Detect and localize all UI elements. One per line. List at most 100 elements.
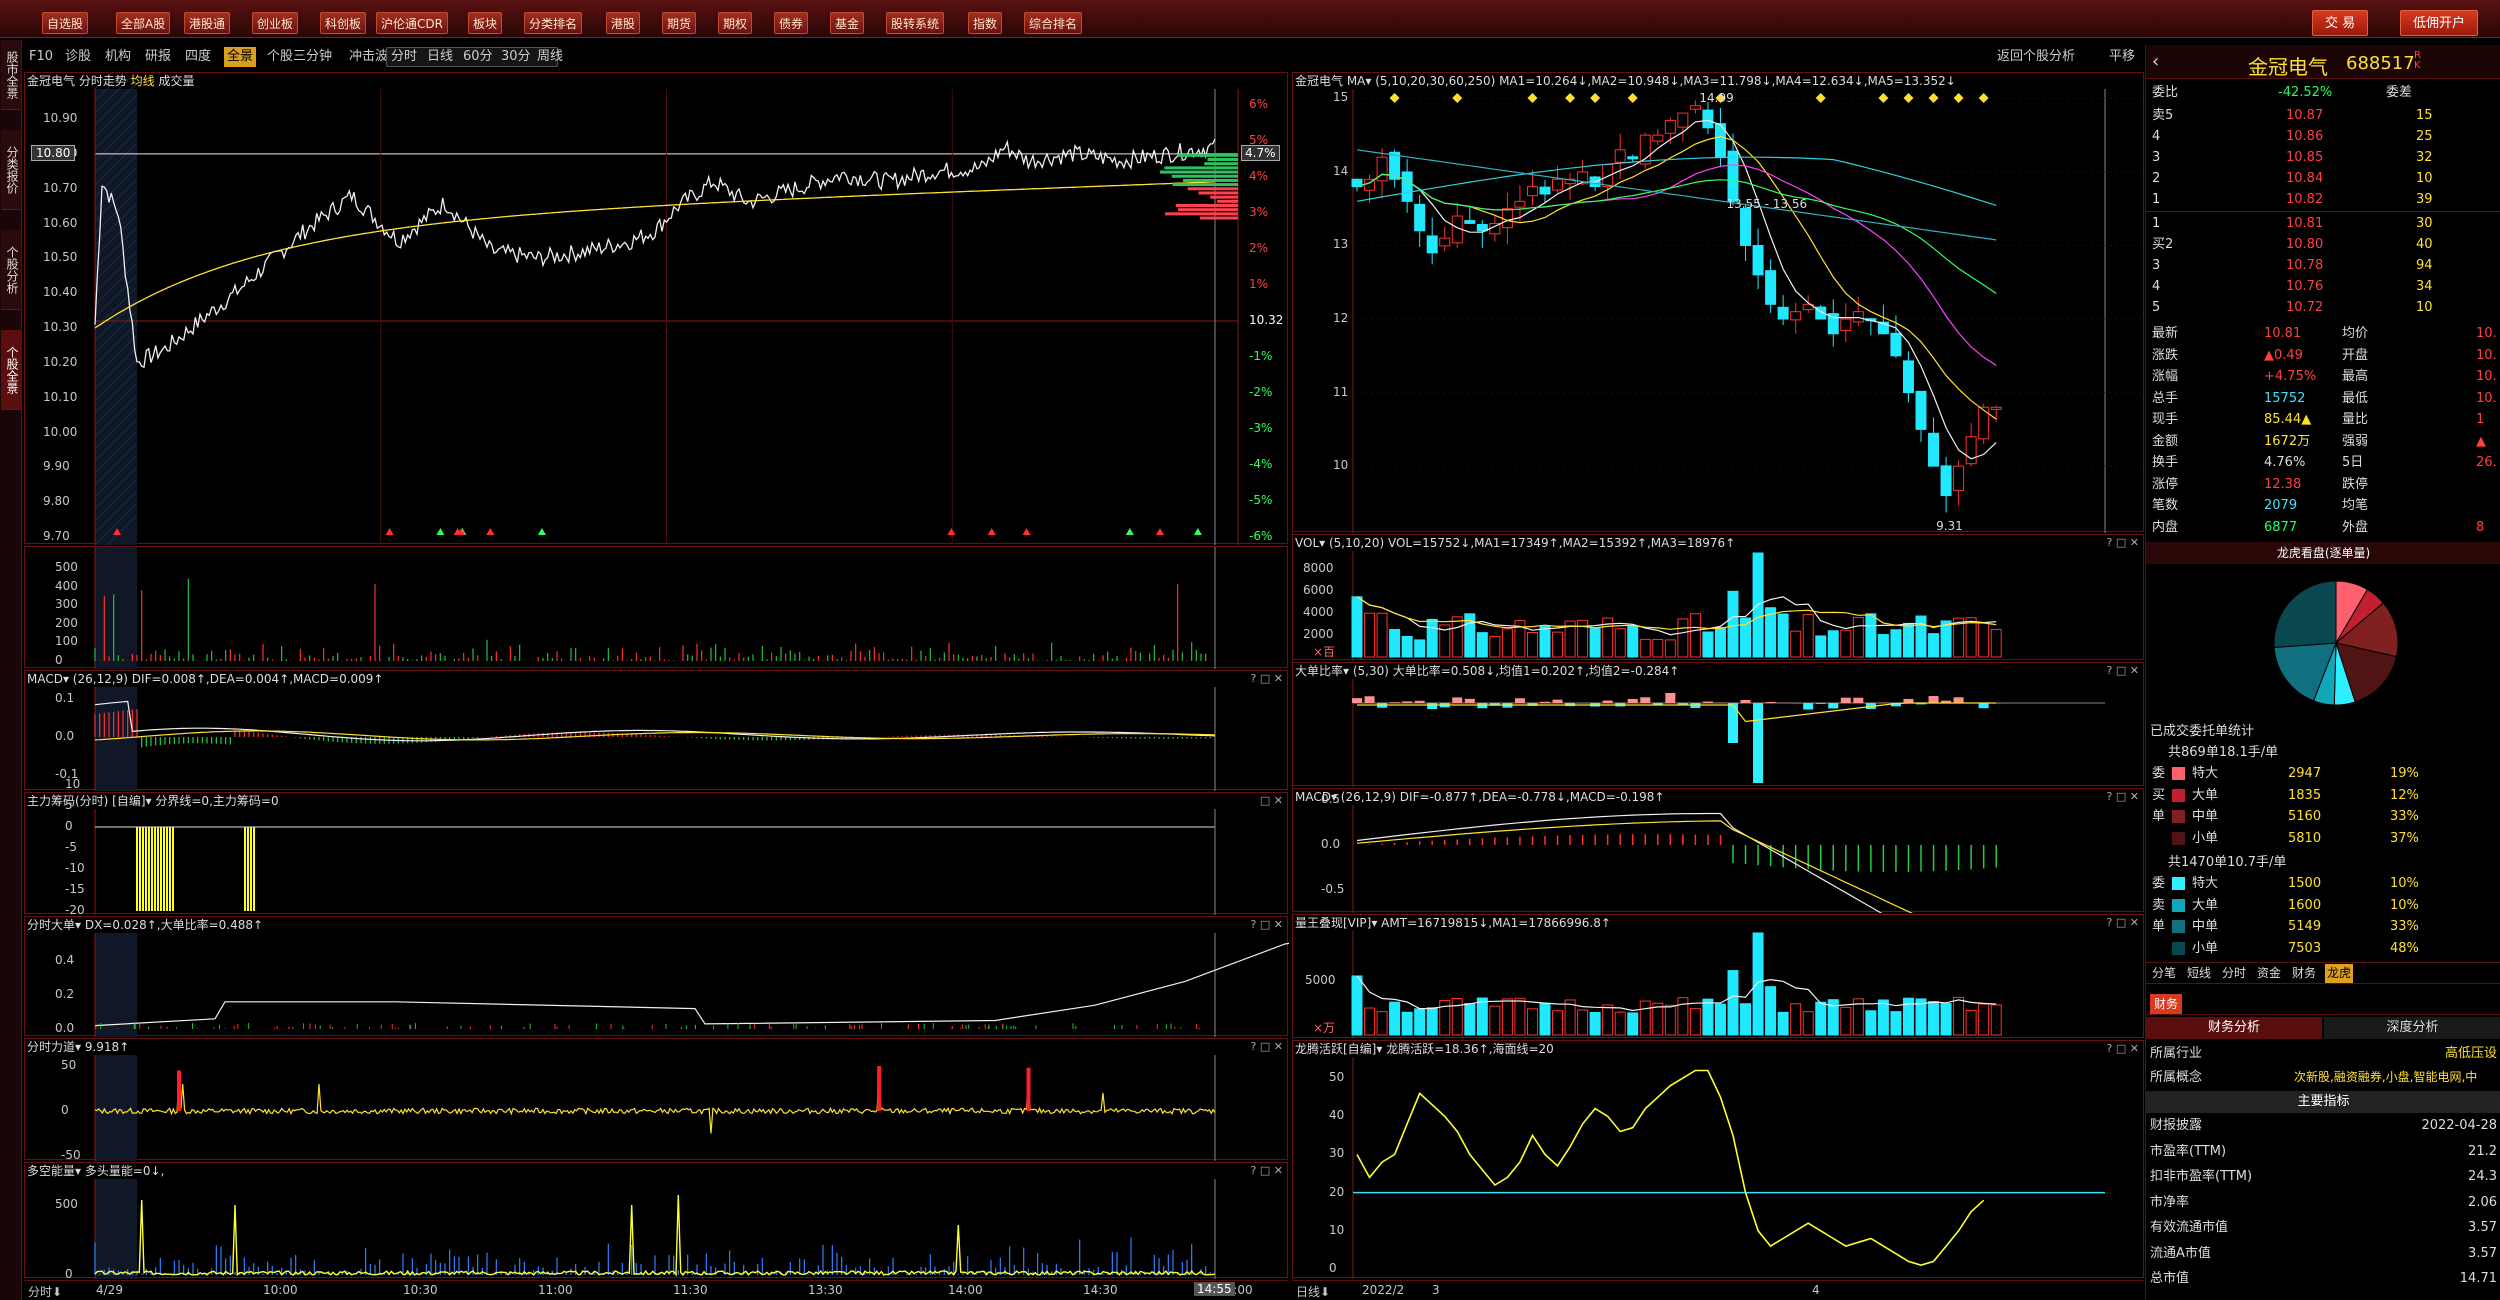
dd-bar [1903,698,1914,703]
k-vol-bar [1978,621,1990,658]
period-60m[interactable]: 60分 [460,47,496,67]
toolbar-research[interactable]: 研报 [142,47,174,67]
bid-row[interactable]: 4 10.76 34 [2146,276,2500,297]
vol-label: 100 [55,634,78,649]
tab-market-overview[interactable]: 股市全景 [1,40,21,110]
menu-item-3[interactable]: 创业板 [252,12,299,34]
preopen-shade [95,1179,137,1279]
pane-controls[interactable]: ? □ ✕ [2107,1041,2139,1057]
pane-controls[interactable]: ? □ ✕ [2107,663,2139,679]
toolbar-3min[interactable]: 个股三分钟 [264,47,335,67]
kline-price-pane[interactable]: 金冠电气 MA▾ (5,10,20,30,60,250) MA1=10.264↓… [1292,72,2145,533]
finance-tab[interactable]: 财务 [2150,994,2183,1014]
bid-row[interactable]: 5 10.72 10 [2146,297,2500,318]
intraday-dk-pane[interactable]: 多空能量▾ 多头量能=0↓, ? □ ✕ 500 0 [24,1162,1288,1281]
period-intraday[interactable]: 分时 [388,47,420,67]
bid-row[interactable]: 1 10.81 30 [2146,213,2500,234]
pane-controls[interactable]: ? □ ✕ [1251,1163,1283,1179]
lw-bar [1702,998,1714,1036]
menu-item-14[interactable]: 指数 [968,12,1003,34]
lt-label: 50 [1329,1070,1345,1085]
pane-controls[interactable]: ? □ ✕ [2107,789,2139,805]
toolbar-f10[interactable]: F10 [26,47,56,67]
menu-item-12[interactable]: 基金 [830,12,865,34]
menu-item-5[interactable]: 沪伦通CDR [376,12,448,34]
quote-tab-1[interactable]: 短线 [2185,964,2213,983]
ask-row[interactable]: 3 10.85 32 [2146,147,2500,168]
kline-lt-pane[interactable]: 龙腾活跃[自编]▾ 龙腾活跃=18.36↑,海面线=20 ? □ ✕ 50 40 3… [1292,1040,2144,1279]
dd-bar [1853,697,1864,703]
ask-row[interactable]: 4 10.86 25 [2146,126,2500,147]
menu-item-11[interactable]: 债券 [774,12,809,34]
pane-controls[interactable]: ? □ ✕ [1251,917,1283,933]
preopen-shade [95,547,137,669]
toolbar-fourdeg[interactable]: 四度 [182,47,214,67]
toolbar-institution[interactable]: 机构 [102,47,134,67]
kline-lw-pane[interactable]: 量王叠现[VIP]▾ AMT=16719815↓,MA1=17866996.8↑… [1292,914,2144,1039]
menu-item-4[interactable]: 科创板 [320,12,367,34]
k-vol-bar [1501,628,1513,658]
menu-item-10[interactable]: 期权 [718,12,753,34]
date-tab[interactable]: 日线⬇ [1296,1283,1330,1300]
kline-macd-pane[interactable]: MACD▾ (26,12,9) DIF=-0.877↑,DEA=-0.778↓,… [1292,788,2144,913]
menu-item-15[interactable]: 综合排名 [1024,12,1083,34]
quote-tab-4[interactable]: 财务 [2290,964,2318,983]
quote-tab-5[interactable]: 龙虎 [2325,964,2354,983]
intraday-zl-pane[interactable]: 主力筹码(分时) [自编]▾ 分界线=0,主力筹码=0 □ ✕ 10 5 0 -5 -1… [24,777,1288,917]
trade-button[interactable]: 交 易 [2312,10,2369,36]
pane-controls[interactable]: ? □ ✕ [2107,535,2139,551]
time-tab[interactable]: 分时⬇ [28,1283,62,1300]
open-account-button[interactable]: 低佣开户 [2400,10,2479,36]
period-30m[interactable]: 30分 [498,47,534,67]
k-signal-marker [1389,93,1400,103]
period-daily[interactable]: 日线 [424,47,456,67]
period-weekly[interactable]: 周线 [534,47,566,67]
menu-item-8[interactable]: 港股 [606,12,641,34]
intraday-macd-pane[interactable]: MACD▾ (26,12,9) DIF=0.008↑,DEA=0.004↑,MA… [24,670,1288,791]
pane-controls[interactable]: ? □ ✕ [1251,671,1283,687]
tab-category-quote[interactable]: 分类报价 [1,130,21,210]
time-label: 11:00 [538,1283,573,1297]
pane-controls[interactable]: ? □ ✕ [2107,915,2139,931]
intraday-volume-pane[interactable]: 500 400 300 200 100 0 [24,546,1288,669]
toolbar-impact[interactable]: 冲击波 [346,47,391,67]
concept-row: 所属概念 次新股,融资融券,小盘,智能电网,中 [2150,1070,2478,1085]
bid-row[interactable]: 3 10.78 94 [2146,255,2500,276]
order-stat-row: 单中单 5149 33% [2152,919,2419,934]
ask-row[interactable]: 2 10.84 10 [2146,168,2500,189]
flat-button[interactable]: 平移 [2106,47,2138,67]
tab-stock-analysis[interactable]: 个股分析 [1,230,21,310]
lw-bar [1627,1012,1639,1036]
lw-bar [1990,1004,2002,1036]
intraday-price-pane[interactable]: 金冠电气 分时走势 均线 成交量 10.90 10.80 10.70 10.60 10.… [24,72,1288,545]
kline-dd-pane[interactable]: 大单比率▾ (5,30) 大单比率=0.508↓,均值1=0.202↑,均值2=… [1292,662,2144,787]
fin-row: 流通A市值 3.57 [2150,1245,2497,1261]
menu-item-0[interactable]: 自选股 [42,12,89,34]
finance-analysis-tab[interactable]: 财务分析 [2146,1017,2322,1039]
ask-row[interactable]: 卖5 10.87 15 [2146,105,2500,126]
deep-analysis-tab[interactable]: 深度分析 [2324,1017,2500,1039]
menu-item-7[interactable]: 分类排名 [524,12,583,34]
pct-label: 2% [1249,241,1269,256]
toolbar-diagnose[interactable]: 诊股 [62,47,94,67]
kline-volume-pane[interactable]: VOL▾ (5,10,20) VOL=15752↓,MA1=17349↑,MA2… [1292,534,2144,661]
intraday-lidao-pane[interactable]: 分时力道▾ 9.918↑ ? □ ✕ 50 0 -50 [24,1038,1288,1162]
back-to-analysis-link[interactable]: 返回个股分析 [1994,47,2078,67]
menu-item-13[interactable]: 股转系统 [886,12,945,34]
signal-marker [987,528,996,535]
bid-row[interactable]: 买2 10.80 40 [2146,234,2500,255]
quote-tab-0[interactable]: 分笔 [2150,964,2178,983]
pane-controls[interactable]: ? □ ✕ [1251,1039,1283,1055]
pane-controls[interactable]: □ ✕ [1260,793,1283,809]
menu-item-1[interactable]: 全部A股 [116,12,171,34]
menu-item-2[interactable]: 港股通 [184,12,231,34]
tab-stock-overview[interactable]: 个股全景 [1,330,21,410]
quote-tab-3[interactable]: 资金 [2255,964,2283,983]
toolbar-full-view[interactable]: 全景 [224,47,257,67]
quote-tab-2[interactable]: 分时 [2220,964,2248,983]
intraday-dx-pane[interactable]: 分时大单▾ DX=0.028↑,大单比率=0.488↑ ? □ ✕ 0.4 0.2… [24,916,1289,1037]
menu-item-9[interactable]: 期货 [662,12,697,34]
menu-item-6[interactable]: 板块 [468,12,503,34]
ask-row[interactable]: 1 10.82 39 [2146,189,2500,210]
back-chevron-icon[interactable]: ‹ [2152,51,2159,72]
